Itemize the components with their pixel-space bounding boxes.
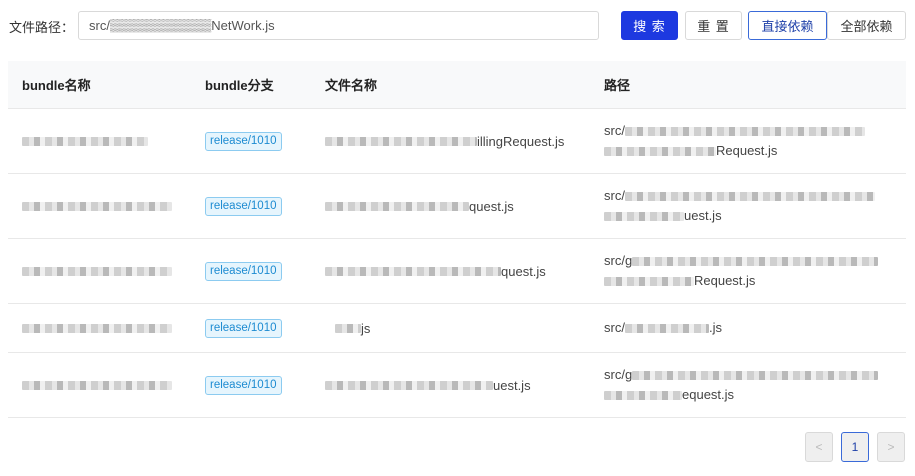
table-row[interactable]: release/1010 quest.js src/ uest.js xyxy=(8,174,906,239)
header-bundle-branch: bundle分支 xyxy=(205,78,274,93)
table-row[interactable]: release/1010 illingRequest.js src/ Reque… xyxy=(8,109,906,174)
branch-tag: release/1010 xyxy=(205,261,282,281)
bundle-branch-cell: release/1010 xyxy=(205,353,282,417)
path-text: uest.js xyxy=(684,208,722,223)
file-name-cell: quest.js xyxy=(325,239,546,303)
branch-tag: release/1010 xyxy=(205,375,282,395)
path-cell: src/ uest.js xyxy=(604,174,875,238)
header-bundle-name: bundle名称 xyxy=(22,78,91,93)
bundle-name-cell xyxy=(22,304,172,352)
file-name-text: js xyxy=(361,320,371,336)
bundle-branch-cell: release/1010 xyxy=(205,239,282,303)
bundle-branch-cell: release/1010 xyxy=(205,174,282,238)
table-row[interactable]: release/1010 uest.js src/g equest.js xyxy=(8,353,906,418)
file-name-cell: illingRequest.js xyxy=(325,109,564,173)
path-text: src/ xyxy=(604,188,625,203)
search-button[interactable]: 搜 索 xyxy=(621,11,678,40)
branch-tag: release/1010 xyxy=(205,131,282,151)
file-name-cell: quest.js xyxy=(325,174,514,238)
path-cell: src/ .js xyxy=(604,304,722,352)
bundle-name-cell xyxy=(22,174,172,238)
pagination-next-button[interactable]: > xyxy=(877,432,905,462)
pagination-prev-button[interactable]: < xyxy=(805,432,833,462)
path-text: src/g xyxy=(604,367,633,382)
path-cell: src/g equest.js xyxy=(604,353,879,417)
file-name-text: uest.js xyxy=(493,377,531,393)
file-name-text: illingRequest.js xyxy=(477,133,565,149)
header-file-name: 文件名称 xyxy=(325,78,378,93)
path-text: equest.js xyxy=(682,387,735,402)
table-row[interactable]: release/1010 js src/ .js xyxy=(8,304,906,353)
branch-tag: release/1010 xyxy=(205,318,282,338)
search-bar: 文件路径： 搜 索 重 置 直接依赖 全部依赖 xyxy=(0,0,915,50)
file-path-input[interactable] xyxy=(78,11,599,40)
file-name-text: quest.js xyxy=(469,198,514,214)
path-cell: src/ Request.js xyxy=(604,109,865,173)
bundle-branch-cell: release/1010 xyxy=(205,304,282,352)
branch-tag: release/1010 xyxy=(205,196,282,216)
path-text: Request.js xyxy=(716,143,778,158)
path-text: src/ xyxy=(604,123,625,138)
path-text: .js xyxy=(708,320,722,335)
reset-button[interactable]: 重 置 xyxy=(685,11,742,40)
path-cell: src/g Request.js xyxy=(604,239,879,303)
bundle-branch-cell: release/1010 xyxy=(205,109,282,173)
path-text: src/ xyxy=(604,320,625,335)
bundle-name-cell xyxy=(22,239,172,303)
all-dependency-button[interactable]: 全部依赖 xyxy=(827,11,906,40)
bundle-name-cell xyxy=(22,109,148,173)
pagination-page-1[interactable]: 1 xyxy=(841,432,869,462)
path-text: src/g xyxy=(604,253,633,268)
file-path-label: 文件路径： xyxy=(9,20,75,35)
file-name-cell: js xyxy=(325,304,370,352)
path-text: Request.js xyxy=(694,273,756,288)
table-header: bundle名称 bundle分支 文件名称 路径 xyxy=(8,61,906,109)
table-row[interactable]: release/1010 quest.js src/g Request.js xyxy=(8,239,906,304)
file-name-cell: uest.js xyxy=(325,353,531,417)
header-path: 路径 xyxy=(604,78,631,93)
results-table: bundle名称 bundle分支 文件名称 路径 release/1010 i… xyxy=(8,61,906,418)
file-name-text: quest.js xyxy=(501,263,546,279)
bundle-name-cell xyxy=(22,353,172,417)
direct-dependency-button[interactable]: 直接依赖 xyxy=(748,11,827,40)
